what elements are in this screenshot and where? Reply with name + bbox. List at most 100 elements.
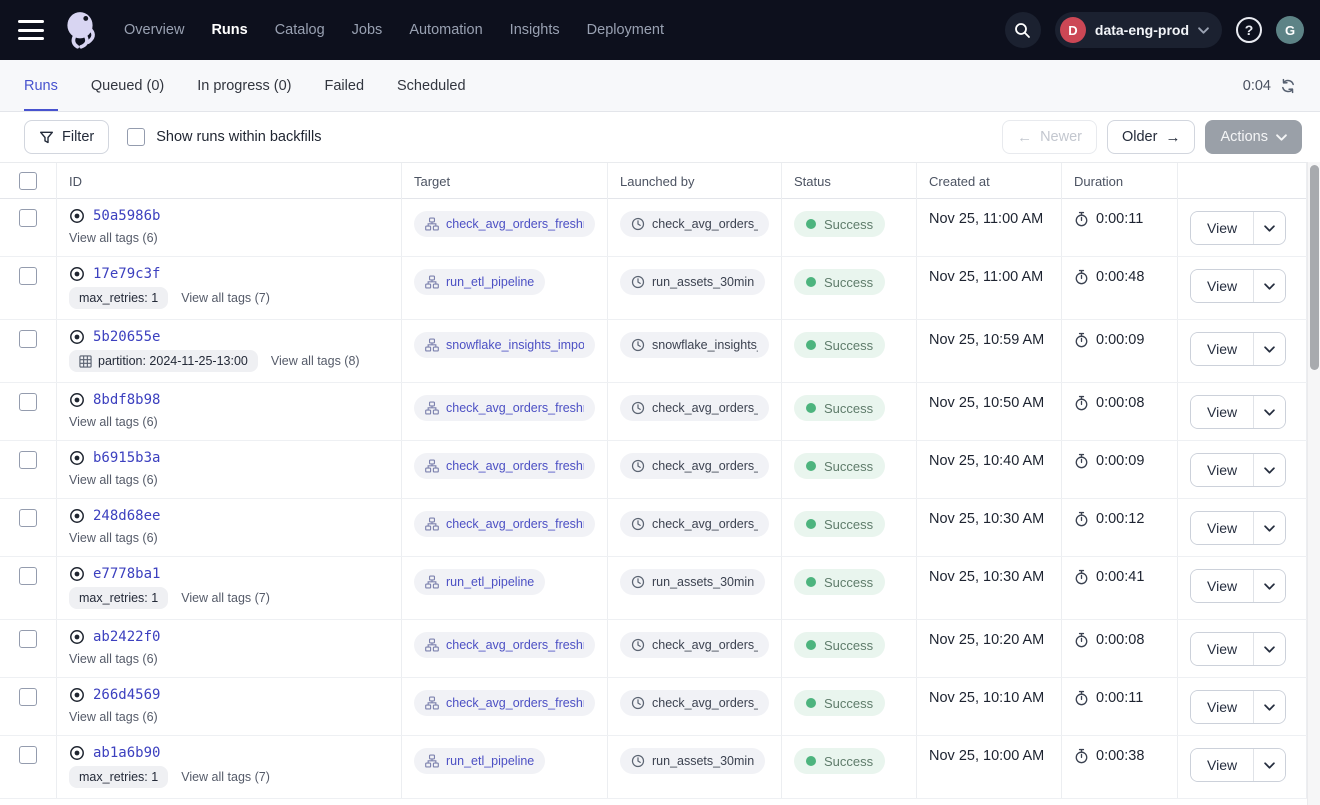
view-all-tags-link[interactable]: View all tags (7): [181, 291, 270, 305]
view-all-tags-link[interactable]: View all tags (6): [69, 652, 158, 666]
view-all-tags-link[interactable]: View all tags (6): [69, 531, 158, 545]
dagster-logo-icon[interactable]: [58, 8, 102, 52]
hamburger-menu-icon[interactable]: [18, 20, 44, 40]
view-button[interactable]: View: [1191, 333, 1254, 365]
run-id-link[interactable]: 17e79c3f: [93, 266, 160, 282]
row-checkbox[interactable]: [19, 509, 37, 527]
view-button[interactable]: View: [1191, 396, 1254, 428]
run-tag-pill[interactable]: max_retries: 1: [69, 766, 168, 788]
view-button[interactable]: View: [1191, 512, 1254, 544]
target-pill[interactable]: check_avg_orders_freshne: [414, 690, 595, 716]
view-all-tags-link[interactable]: View all tags (7): [181, 591, 270, 605]
view-all-tags-link[interactable]: View all tags (6): [69, 710, 158, 724]
target-pill[interactable]: run_etl_pipeline: [414, 748, 545, 774]
row-checkbox[interactable]: [19, 451, 37, 469]
nav-item-deployment[interactable]: Deployment: [587, 22, 664, 38]
view-dropdown-button[interactable]: [1254, 633, 1285, 665]
select-all-checkbox[interactable]: [19, 172, 37, 190]
launched-by-pill[interactable]: check_avg_orders_f…: [620, 690, 769, 716]
run-id-link[interactable]: 5b20655e: [93, 329, 160, 345]
target-pill[interactable]: check_avg_orders_freshne: [414, 632, 595, 658]
launched-by-pill[interactable]: run_assets_30min: [620, 748, 765, 774]
row-checkbox[interactable]: [19, 746, 37, 764]
tab-in-progress[interactable]: In progress (0): [197, 60, 291, 111]
view-dropdown-button[interactable]: [1254, 749, 1285, 781]
scrollbar-thumb[interactable]: [1310, 165, 1319, 370]
view-button[interactable]: View: [1191, 749, 1254, 781]
view-dropdown-button[interactable]: [1254, 333, 1285, 365]
view-dropdown-button[interactable]: [1254, 512, 1285, 544]
target-pill[interactable]: check_avg_orders_freshne: [414, 453, 595, 479]
view-dropdown-button[interactable]: [1254, 454, 1285, 486]
nav-item-runs[interactable]: Runs: [211, 22, 247, 38]
target-pill[interactable]: run_etl_pipeline: [414, 569, 545, 595]
view-all-tags-link[interactable]: View all tags (6): [69, 415, 158, 429]
view-button[interactable]: View: [1191, 212, 1254, 244]
row-checkbox[interactable]: [19, 567, 37, 585]
view-button[interactable]: View: [1191, 270, 1254, 302]
tab-failed[interactable]: Failed: [325, 60, 365, 111]
nav-item-overview[interactable]: Overview: [124, 22, 184, 38]
nav-item-insights[interactable]: Insights: [510, 22, 560, 38]
tab-scheduled[interactable]: Scheduled: [397, 60, 466, 111]
view-button[interactable]: View: [1191, 691, 1254, 723]
nav-item-automation[interactable]: Automation: [409, 22, 482, 38]
search-button[interactable]: [1005, 12, 1041, 48]
deployment-switcher[interactable]: D data-eng-prod: [1055, 12, 1222, 48]
launched-by-pill[interactable]: check_avg_orders_f…: [620, 632, 769, 658]
row-checkbox[interactable]: [19, 209, 37, 227]
view-dropdown-button[interactable]: [1254, 212, 1285, 244]
help-button[interactable]: ?: [1236, 17, 1262, 43]
filter-button[interactable]: Filter: [24, 120, 109, 154]
older-button[interactable]: Older →: [1107, 120, 1195, 154]
row-checkbox[interactable]: [19, 688, 37, 706]
launched-by-pill[interactable]: check_avg_orders_f…: [620, 211, 769, 237]
run-id-link[interactable]: 8bdf8b98: [93, 392, 160, 408]
row-checkbox[interactable]: [19, 330, 37, 348]
user-avatar[interactable]: G: [1276, 16, 1304, 44]
run-id-link[interactable]: ab1a6b90: [93, 745, 160, 761]
actions-button[interactable]: Actions: [1205, 120, 1302, 154]
view-all-tags-link[interactable]: View all tags (6): [69, 473, 158, 487]
view-dropdown-button[interactable]: [1254, 396, 1285, 428]
row-checkbox[interactable]: [19, 630, 37, 648]
launched-by-pill[interactable]: check_avg_orders_f…: [620, 395, 769, 421]
view-button[interactable]: View: [1191, 454, 1254, 486]
run-tag-pill[interactable]: partition: 2024-11-25-13:00: [69, 350, 258, 372]
launched-by-pill[interactable]: check_avg_orders_f…: [620, 511, 769, 537]
view-button[interactable]: View: [1191, 633, 1254, 665]
backfills-checkbox[interactable]: [127, 128, 145, 146]
target-pill[interactable]: check_avg_orders_freshne: [414, 511, 595, 537]
tab-runs[interactable]: Runs: [24, 60, 58, 111]
run-id-link[interactable]: 50a5986b: [93, 208, 160, 224]
view-all-tags-link[interactable]: View all tags (7): [181, 770, 270, 784]
refresh-icon[interactable]: [1280, 78, 1296, 94]
vertical-scrollbar[interactable]: [1307, 162, 1320, 805]
target-pill[interactable]: check_avg_orders_freshne: [414, 395, 595, 421]
tab-queued[interactable]: Queued (0): [91, 60, 164, 111]
row-checkbox[interactable]: [19, 393, 37, 411]
view-dropdown-button[interactable]: [1254, 691, 1285, 723]
launched-by-pill[interactable]: check_avg_orders_f…: [620, 453, 769, 479]
launched-by-pill[interactable]: run_assets_30min: [620, 269, 765, 295]
view-dropdown-button[interactable]: [1254, 270, 1285, 302]
target-pill[interactable]: check_avg_orders_freshne: [414, 211, 595, 237]
launched-by-pill[interactable]: run_assets_30min: [620, 569, 765, 595]
run-id-link[interactable]: 248d68ee: [93, 508, 160, 524]
run-id-link[interactable]: b6915b3a: [93, 450, 160, 466]
nav-item-catalog[interactable]: Catalog: [275, 22, 325, 38]
run-id-link[interactable]: 266d4569: [93, 687, 160, 703]
run-id-link[interactable]: ab2422f0: [93, 629, 160, 645]
view-button[interactable]: View: [1191, 570, 1254, 602]
run-tag-pill[interactable]: max_retries: 1: [69, 287, 168, 309]
row-checkbox[interactable]: [19, 267, 37, 285]
newer-button[interactable]: ← Newer: [1002, 120, 1097, 154]
nav-item-jobs[interactable]: Jobs: [352, 22, 383, 38]
launched-by-pill[interactable]: snowflake_insights_…: [620, 332, 769, 358]
target-pill[interactable]: snowflake_insights_import: [414, 332, 595, 358]
view-dropdown-button[interactable]: [1254, 570, 1285, 602]
view-all-tags-link[interactable]: View all tags (6): [69, 231, 158, 245]
run-id-link[interactable]: e7778ba1: [93, 566, 160, 582]
run-tag-pill[interactable]: max_retries: 1: [69, 587, 168, 609]
view-all-tags-link[interactable]: View all tags (8): [271, 354, 360, 368]
